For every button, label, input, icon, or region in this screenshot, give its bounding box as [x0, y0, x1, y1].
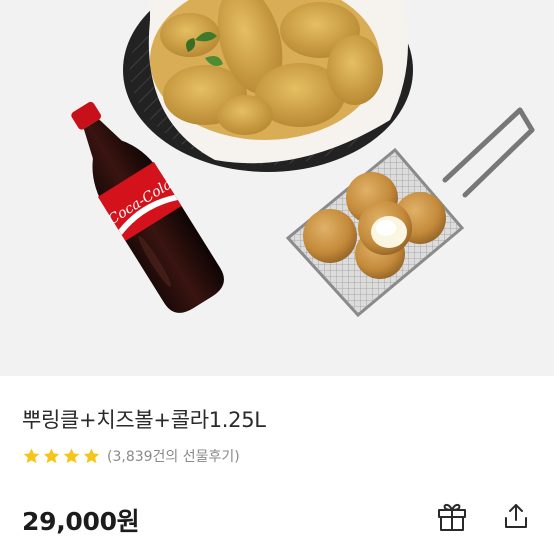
- chicken-basket: [123, 0, 413, 172]
- gift-button[interactable]: [434, 498, 470, 534]
- star-icon: [43, 448, 60, 464]
- product-photo: Coca-Cola: [71, 0, 535, 318]
- star-icon: [83, 448, 100, 464]
- review-count-link[interactable]: (3,839건의 선물후기): [107, 446, 240, 466]
- product-title: 뿌링클+치즈볼+콜라1.25L: [22, 408, 266, 432]
- star-rating: [22, 447, 101, 465]
- star-icon: [23, 448, 40, 464]
- star-icon: [63, 448, 80, 464]
- product-image[interactable]: Coca-Cola: [0, 0, 554, 376]
- share-icon: [505, 504, 527, 528]
- product-price: 29,000원: [22, 507, 140, 536]
- share-button[interactable]: [498, 498, 534, 534]
- gift-icon: [438, 503, 466, 531]
- rating-row[interactable]: (3,839건의 선물후기): [22, 446, 240, 466]
